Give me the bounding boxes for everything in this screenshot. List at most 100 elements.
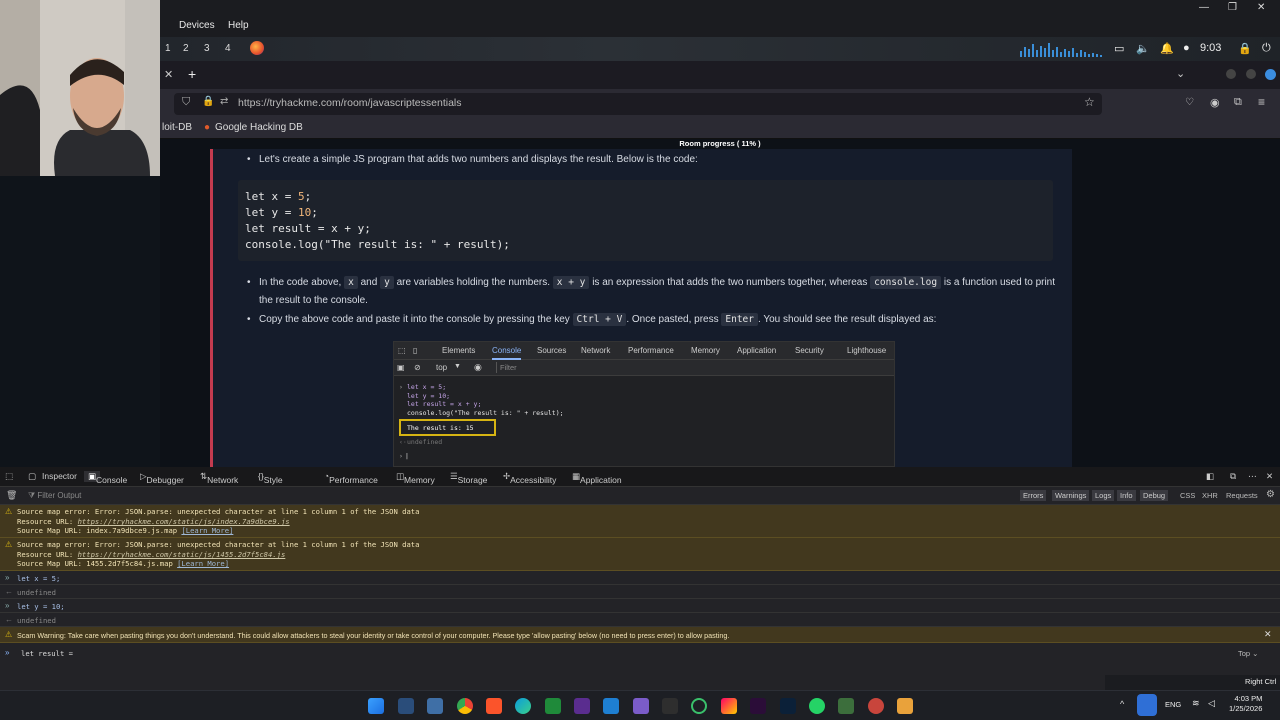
resource-link-1[interactable]: https://tryhackme.com/static/js/index.7a… <box>78 517 290 526</box>
microphone-icon[interactable] <box>1137 694 1157 716</box>
mail-icon[interactable] <box>427 698 443 714</box>
code-block[interactable]: let x = 5; let y = 10; let result = x + … <box>238 180 1053 261</box>
tab-network[interactable]: ⇅ Network <box>200 471 238 485</box>
app-icon-1[interactable] <box>574 698 590 714</box>
hamburger-menu-icon[interactable]: ≡ <box>1258 95 1265 109</box>
url-text[interactable]: https://tryhackme.com/room/javascriptess… <box>238 97 462 109</box>
app-icon-6[interactable] <box>838 698 854 714</box>
speaker-icon[interactable]: ◁ <box>1208 698 1215 709</box>
vscode-icon[interactable] <box>603 698 619 714</box>
bookmark-exploit-db[interactable]: loit-DB <box>162 122 192 133</box>
type-requests[interactable]: Requests <box>1226 491 1258 500</box>
new-tab-button[interactable]: + <box>188 66 196 82</box>
tab-console[interactable]: ▣ Console <box>84 471 127 485</box>
record-icon[interactable]: ● <box>1183 42 1190 54</box>
start-windows-icon[interactable] <box>368 698 384 714</box>
code-line-3: let result = x + y; <box>245 222 371 235</box>
context-selector[interactable]: Top ⌄ <box>1238 649 1258 658</box>
console-output-undefined-1: undefined <box>17 588 56 597</box>
screen-icon[interactable]: ▭ <box>1114 42 1124 55</box>
taskbar-clock[interactable]: 4:03 PM 1/25/2026 <box>1229 694 1262 714</box>
lock-icon[interactable]: 🔒 <box>202 96 214 107</box>
bookmark-google-hacking-db[interactable]: Google Hacking DB <box>215 122 303 133</box>
learn-more-link-2[interactable]: [Learn More] <box>177 559 229 568</box>
navigation-bar: ⛉ 🔒 ⇄ https://tryhackme.com/room/javascr… <box>160 89 1280 119</box>
level-warnings[interactable]: Warnings <box>1052 490 1090 501</box>
terminal-icon[interactable] <box>545 698 561 714</box>
more-icon[interactable]: ⋯ <box>1248 471 1257 482</box>
menu-help[interactable]: Help <box>228 20 249 31</box>
filter-output-input[interactable]: ⧩ Filter Output <box>28 491 81 501</box>
virtualbox-icon[interactable] <box>897 698 913 714</box>
app-icon-2[interactable] <box>633 698 649 714</box>
tab-memory[interactable]: ◫ Memory <box>396 471 435 485</box>
restore-icon[interactable]: ❐ <box>1228 2 1237 13</box>
bookmark-star-icon[interactable]: ☆ <box>1084 95 1095 109</box>
level-info[interactable]: Info <box>1117 490 1136 501</box>
app-icon-5[interactable] <box>721 698 737 714</box>
window-min-icon[interactable] <box>1226 69 1236 79</box>
task-view-icon[interactable] <box>398 698 414 714</box>
split-icon[interactable]: ⧉ <box>1230 471 1236 482</box>
dock-icon[interactable]: ◧ <box>1206 471 1214 482</box>
chevron-down-icon[interactable]: ⌄ <box>1176 67 1185 80</box>
tab-performance[interactable]: ◔ Performance <box>324 471 378 485</box>
type-css[interactable]: CSS <box>1180 491 1195 500</box>
tab-inspector[interactable]: Inspector <box>42 471 77 481</box>
premiere-icon[interactable] <box>750 698 766 714</box>
level-logs[interactable]: Logs <box>1092 490 1115 501</box>
bell-icon[interactable]: 🔔 <box>1160 42 1174 55</box>
brave-icon[interactable] <box>486 698 502 714</box>
console-input-field[interactable]: let result = <box>21 649 73 658</box>
extensions-icon[interactable]: ⧉ <box>1234 96 1242 109</box>
wifi-icon[interactable]: ≋ <box>1192 698 1200 709</box>
trash-icon[interactable]: 🗑 <box>6 490 17 501</box>
permissions-icon[interactable]: ⇄ <box>220 96 228 107</box>
menu-devices[interactable]: Devices <box>179 20 215 31</box>
clear-icon: ⊘ <box>414 363 421 372</box>
workspace-3[interactable]: 3 <box>204 43 210 54</box>
minimize-icon[interactable]: — <box>1199 2 1209 13</box>
power-icon[interactable]: ⏻ <box>1262 42 1271 55</box>
console-input-line[interactable]: » let result = Top ⌄ <box>0 644 1280 662</box>
app-icon-4[interactable] <box>691 698 707 714</box>
tab-debugger-label: Debugger <box>146 475 184 485</box>
tab-accessibility[interactable]: ✢ Accessibility <box>503 471 556 485</box>
shield-icon[interactable]: ⛉ <box>182 96 190 109</box>
type-xhr[interactable]: XHR <box>1202 491 1218 500</box>
chrome-icon[interactable] <box>457 698 473 714</box>
tray-chevron-icon[interactable]: ^ <box>1120 699 1124 709</box>
window-close-icon[interactable] <box>1265 69 1276 80</box>
tab-application[interactable]: ▦ Application <box>572 471 622 485</box>
language-indicator[interactable]: ENG <box>1165 700 1181 709</box>
learn-more-link-1[interactable]: [Learn More] <box>181 526 233 535</box>
window-max-icon[interactable] <box>1246 69 1256 79</box>
app-icon-7[interactable] <box>868 698 884 714</box>
tab-style-editor[interactable]: {} Style Editor <box>258 471 286 495</box>
edge-icon[interactable] <box>515 698 531 714</box>
lock-icon[interactable]: 🔒 <box>1238 42 1252 55</box>
close-icon[interactable]: ✕ <box>1257 2 1265 13</box>
picker-icon[interactable]: ⬚ <box>5 471 13 482</box>
workspace-4[interactable]: 4 <box>225 43 231 54</box>
workspace-1[interactable]: 1 <box>165 43 171 54</box>
level-debug[interactable]: Debug <box>1140 490 1169 501</box>
resource-link-2[interactable]: https://tryhackme.com/static/js/1455.2d7… <box>78 550 286 559</box>
firefox-icon[interactable] <box>250 41 264 55</box>
pocket-icon[interactable]: ♡ <box>1185 97 1194 108</box>
photoshop-icon[interactable] <box>780 698 796 714</box>
workspace-2[interactable]: 2 <box>183 43 189 54</box>
account-icon[interactable]: ◉ <box>1210 96 1220 109</box>
close-tab-icon[interactable]: ✕ <box>164 68 173 81</box>
input-chevron-icon: » <box>5 573 10 582</box>
tab-storage[interactable]: ☰ Storage <box>450 471 487 485</box>
settings-gear-icon[interactable]: ⚙ <box>1266 489 1275 500</box>
level-errors[interactable]: Errors <box>1020 490 1047 501</box>
tab-debugger[interactable]: ▷ Debugger <box>140 471 184 485</box>
volume-icon[interactable]: 🔈 <box>1136 42 1150 55</box>
dismiss-warning-icon[interactable]: ✕ <box>1264 629 1272 640</box>
url-bar[interactable]: ⛉ 🔒 ⇄ https://tryhackme.com/room/javascr… <box>174 93 1102 115</box>
app-icon-3[interactable] <box>662 698 678 714</box>
close-devtools-icon[interactable]: ✕ <box>1266 471 1273 482</box>
whatsapp-icon[interactable] <box>809 698 825 714</box>
